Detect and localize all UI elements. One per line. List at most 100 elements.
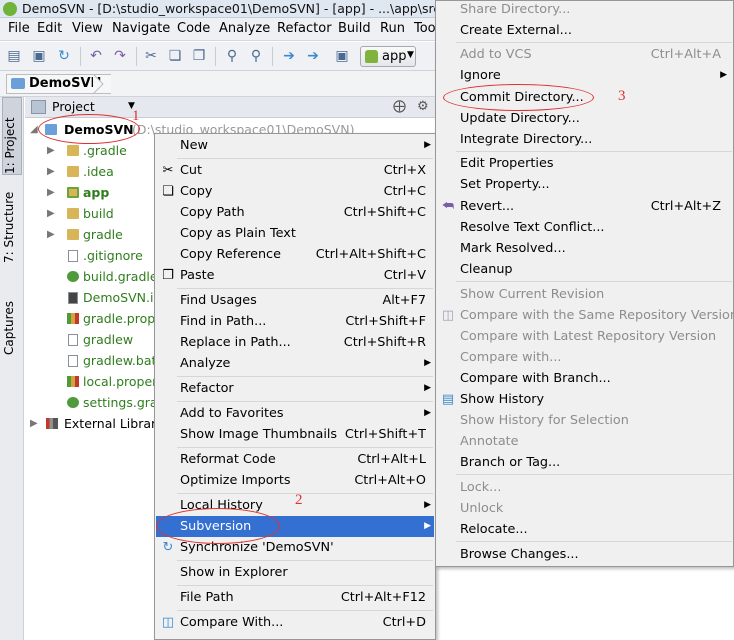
- menu-item-refactor[interactable]: Refactor ▶: [156, 378, 434, 399]
- menu-item-mark-resolved[interactable]: Mark Resolved...: [437, 238, 733, 259]
- menu-separator: [456, 151, 732, 152]
- menu-item-branch-or-tag[interactable]: Branch or Tag...: [437, 452, 733, 473]
- menu-item-reformat-code[interactable]: Reformat Code Ctrl+Alt+L: [156, 449, 434, 470]
- tab-structure[interactable]: 7: Structure: [2, 183, 22, 263]
- menu-item-annotate[interactable]: Annotate: [437, 431, 733, 452]
- menu-item-share-directory[interactable]: Share Directory...: [437, 0, 733, 20]
- menu-item-optimize-imports[interactable]: Optimize Imports Ctrl+Alt+O: [156, 470, 434, 491]
- open-folder-icon[interactable]: ▤: [6, 48, 22, 64]
- sync-icon[interactable]: ↻: [56, 48, 72, 64]
- expand-right-icon[interactable]: ▶: [30, 413, 38, 434]
- menu-item-label: Show in Explorer: [180, 565, 288, 580]
- menu-item-new[interactable]: New ▶: [156, 135, 434, 156]
- menu-item-copy-plain-text[interactable]: Copy as Plain Text: [156, 223, 434, 244]
- menu-analyze[interactable]: Analyze: [219, 21, 270, 36]
- menu-separator: [456, 42, 732, 43]
- expand-right-icon[interactable]: ▶: [47, 161, 55, 182]
- project-tree: ◢ DemoSVN (D:\studio_workspace01\DemoSVN…: [25, 118, 354, 640]
- settings-gear-icon[interactable]: ⚙: [417, 99, 429, 114]
- menu-item-relocate[interactable]: Relocate...: [437, 519, 733, 540]
- menu-item-copy-reference[interactable]: Copy Reference Ctrl+Alt+Shift+C: [156, 244, 434, 265]
- menu-navigate[interactable]: Navigate: [112, 21, 170, 36]
- menu-file[interactable]: File: [8, 21, 30, 36]
- run-configuration-dropdown[interactable]: app ▼: [360, 46, 416, 67]
- menu-item-label: Compare with...: [460, 350, 562, 365]
- menu-item-label: Share Directory...: [460, 2, 571, 17]
- run-configuration-label: app: [382, 49, 407, 64]
- back-arrow-icon[interactable]: ➔: [281, 48, 297, 64]
- menu-item-compare-same-repository-version[interactable]: ◫ Compare with the Same Repository Versi…: [437, 305, 734, 326]
- menu-item-cleanup[interactable]: Cleanup: [437, 259, 733, 280]
- menu-item-find-usages[interactable]: Find Usages Alt+F7: [156, 290, 434, 311]
- menu-item-edit-properties[interactable]: Edit Properties: [437, 153, 733, 174]
- menu-item-compare-with-branch[interactable]: Compare with Branch...: [437, 368, 733, 389]
- menu-item-browse-changes[interactable]: Browse Changes...: [437, 544, 733, 565]
- menu-item-add-to-favorites[interactable]: Add to Favorites ▶: [156, 403, 434, 424]
- menu-separator: [177, 585, 433, 586]
- build-icon[interactable]: ▣: [334, 48, 350, 64]
- menu-item-show-current-revision[interactable]: Show Current Revision: [437, 284, 733, 305]
- menu-item-file-path[interactable]: File Path Ctrl+Alt+F12: [156, 587, 434, 608]
- expand-right-icon[interactable]: ▶: [47, 140, 55, 161]
- menu-item-show-in-explorer[interactable]: Show in Explorer: [156, 562, 434, 583]
- redo-icon[interactable]: ↷: [112, 48, 128, 64]
- menu-view[interactable]: View: [72, 21, 103, 36]
- menu-separator: [456, 541, 732, 542]
- menu-item-find-in-path[interactable]: Find in Path... Ctrl+Shift+F: [156, 311, 434, 332]
- menu-item-set-property[interactable]: Set Property...: [437, 174, 733, 195]
- menu-refactor[interactable]: Refactor: [277, 21, 332, 36]
- expand-right-icon[interactable]: ▶: [47, 224, 55, 245]
- menu-item-compare-with[interactable]: ◫ Compare With... Ctrl+D: [156, 612, 434, 633]
- menu-item-resolve-text-conflict[interactable]: Resolve Text Conflict...: [437, 217, 733, 238]
- menu-item-compare-latest-repository-version[interactable]: Compare with Latest Repository Version: [437, 326, 733, 347]
- paste-icon[interactable]: ❐: [191, 48, 207, 64]
- menu-item-label: Resolve Text Conflict...: [460, 220, 605, 235]
- menu-separator: [177, 493, 433, 494]
- menu-item-show-image-thumbnails[interactable]: Show Image Thumbnails Ctrl+Shift+T: [156, 424, 434, 445]
- menu-run[interactable]: Run: [380, 21, 405, 36]
- menu-tools[interactable]: Too: [414, 21, 436, 36]
- menu-item-integrate-directory[interactable]: Integrate Directory...: [437, 129, 733, 150]
- menu-item-ignore[interactable]: Ignore ▶: [437, 65, 733, 86]
- menu-item-paste[interactable]: ❐ Paste Ctrl+V: [156, 265, 434, 286]
- menu-item-label: Relocate...: [460, 522, 528, 537]
- tab-project[interactable]: 1: Project: [2, 97, 22, 175]
- menu-build[interactable]: Build: [338, 21, 371, 36]
- menu-item-label: Edit Properties: [460, 156, 554, 171]
- cut-icon[interactable]: ✂: [143, 48, 159, 64]
- find-icon[interactable]: ⚲: [224, 48, 240, 64]
- menu-item-copy-path[interactable]: Copy Path Ctrl+Shift+C: [156, 202, 434, 223]
- menu-item-create-external[interactable]: Create External...: [437, 20, 733, 41]
- menu-item-replace-in-path[interactable]: Replace in Path... Ctrl+Shift+R: [156, 332, 434, 353]
- project-view-selector[interactable]: Project: [52, 99, 95, 114]
- menu-item-show-history[interactable]: ▤ Show History: [437, 389, 733, 410]
- menu-item-lock[interactable]: Lock...: [437, 477, 733, 498]
- menu-item-revert[interactable]: ⮪ Revert... Ctrl+Alt+Z: [437, 196, 733, 217]
- menu-edit[interactable]: Edit: [37, 21, 62, 36]
- menu-code[interactable]: Code: [177, 21, 210, 36]
- replace-icon[interactable]: ⚲: [248, 48, 264, 64]
- menu-item-compare-with[interactable]: Compare with...: [437, 347, 733, 368]
- menu-item-cut[interactable]: ✂ Cut Ctrl+X: [156, 160, 434, 181]
- copy-icon[interactable]: ❏: [167, 48, 183, 64]
- menu-item-label: Compare with Latest Repository Version: [460, 329, 717, 344]
- submenu-arrow-icon: ▶: [424, 358, 431, 368]
- menu-item-add-to-vcs[interactable]: Add to VCS Ctrl+Alt+A: [437, 44, 733, 65]
- menu-item-unlock[interactable]: Unlock: [437, 498, 733, 519]
- scroll-from-source-icon[interactable]: ⨁: [393, 99, 406, 114]
- forward-arrow-icon[interactable]: ➔: [305, 48, 321, 64]
- menu-item-label: Update Directory...: [460, 111, 580, 126]
- menu-item-update-directory[interactable]: Update Directory...: [437, 108, 733, 129]
- expand-right-icon[interactable]: ▶: [47, 203, 55, 224]
- toolbar-separator: [272, 47, 273, 66]
- menu-item-show-history-for-selection[interactable]: Show History for Selection: [437, 410, 733, 431]
- save-icon[interactable]: ▣: [31, 48, 47, 64]
- tab-captures[interactable]: Captures: [2, 285, 22, 355]
- menu-item-copy[interactable]: ❏ Copy Ctrl+C: [156, 181, 434, 202]
- undo-icon[interactable]: ↶: [88, 48, 104, 64]
- expand-right-icon[interactable]: ▶: [47, 182, 55, 203]
- menu-item-label: Compare with the Same Repository Version: [460, 308, 734, 323]
- expand-down-icon[interactable]: ◢: [30, 119, 38, 140]
- paste-icon: ❐: [162, 268, 174, 283]
- menu-item-analyze[interactable]: Analyze ▶: [156, 353, 434, 374]
